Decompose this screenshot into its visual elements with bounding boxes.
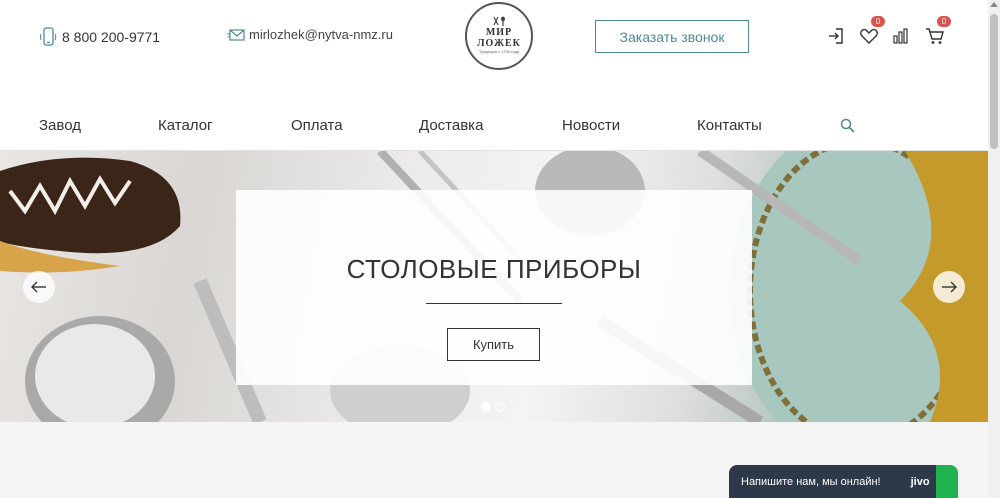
email-address: mirlozhek@nytva-nmz.ru — [249, 27, 393, 42]
buy-button[interactable]: Купить — [447, 328, 540, 361]
scroll-up-arrow[interactable] — [990, 2, 998, 7]
nav-item-delivery[interactable]: Доставка — [419, 117, 483, 134]
arrow-right-icon — [942, 281, 957, 293]
arrow-left-icon — [31, 281, 46, 293]
page-scrollbar[interactable] — [988, 0, 1000, 498]
slide-caption-card: СТОЛОВЫЕ ПРИБОРЫ Купить — [236, 190, 752, 385]
logo-tagline: Традиции с 1756 года — [478, 49, 520, 54]
slide-title-divider — [426, 303, 562, 304]
slider-next-button[interactable] — [933, 271, 965, 303]
main-nav: Завод Каталог Оплата Доставка Новости Ко… — [0, 105, 988, 145]
compare-button[interactable] — [892, 26, 912, 46]
nav-item-news[interactable]: Новости — [562, 117, 620, 134]
phone-number: 8 800 200-9771 — [62, 29, 161, 45]
search-icon — [840, 118, 855, 133]
email-icon — [227, 28, 245, 41]
slide-title: СТОЛОВЫЕ ПРИБОРЫ — [346, 254, 642, 284]
slider-prev-button[interactable] — [23, 271, 55, 303]
search-button[interactable] — [840, 118, 855, 138]
nav-item-factory[interactable]: Завод — [39, 117, 81, 134]
slider-dot-1[interactable] — [481, 402, 491, 412]
favorites-count-badge: 0 — [871, 16, 885, 27]
chat-status-indicator — [936, 465, 958, 498]
chat-widget-text: Напишите нам, мы онлайн! — [741, 475, 881, 488]
cart-count-badge: 0 — [937, 16, 951, 27]
site-logo[interactable]: МИР ЛОЖЕК Традиции с 1756 года — [465, 2, 533, 70]
chat-widget[interactable]: Напишите нам, мы онлайн! jivo — [729, 465, 958, 498]
login-button[interactable] — [826, 26, 846, 46]
header-actions: 0 0 — [826, 16, 958, 46]
nav-item-payment[interactable]: Оплата — [291, 117, 343, 134]
nav-item-catalog[interactable]: Каталог — [158, 117, 213, 134]
cart-icon — [926, 28, 944, 44]
favorites-button[interactable]: 0 — [859, 16, 885, 46]
email-link[interactable]: mirlozhek@nytva-nmz.ru — [227, 27, 393, 42]
chat-brand-logo: jivo — [910, 475, 930, 488]
order-callback-button[interactable]: Заказать звонок — [595, 20, 749, 53]
login-icon — [829, 28, 843, 44]
slider-dot-2[interactable] — [495, 402, 505, 412]
heart-icon — [860, 28, 878, 44]
compare-icon — [893, 28, 908, 44]
scroll-thumb[interactable] — [990, 14, 998, 149]
phone-link[interactable]: 8 800 200-9771 — [40, 27, 160, 47]
slider-pagination — [481, 402, 509, 412]
logo-text-line1: МИР — [485, 27, 513, 38]
hero-slider: СТОЛОВЫЕ ПРИБОРЫ Купить — [0, 151, 988, 422]
cart-button[interactable]: 0 — [925, 16, 951, 46]
nav-item-contacts[interactable]: Контакты — [697, 117, 762, 134]
logo-text-line2: ЛОЖЕК — [477, 38, 521, 49]
header: 8 800 200-9771 mirlozhek@nytva-nmz.ru МИ… — [0, 0, 988, 82]
phone-icon — [40, 27, 57, 46]
